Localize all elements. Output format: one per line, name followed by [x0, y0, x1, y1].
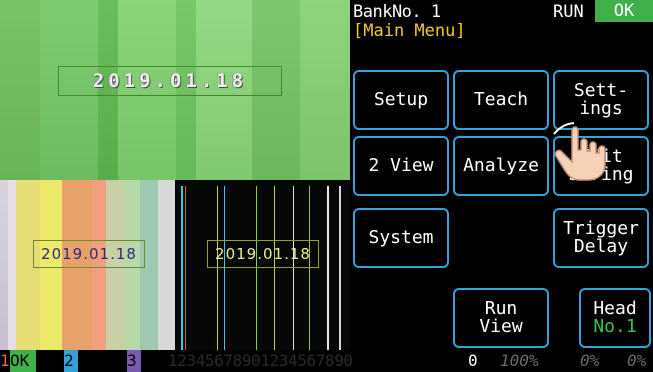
- head-number: No.1: [593, 316, 637, 337]
- system-button[interactable]: System: [353, 208, 449, 268]
- scan-line: [293, 186, 294, 350]
- camera-3-index: 3: [127, 350, 141, 372]
- camera-1-index: 1: [0, 351, 10, 370]
- camera-view-main: 2019.01.18: [0, 0, 350, 180]
- rate-value-3: 0%: [627, 351, 647, 370]
- rate-value-2: 0%: [580, 351, 600, 370]
- menu-title: [Main Menu]: [353, 21, 466, 41]
- teach-button[interactable]: Teach: [453, 70, 549, 130]
- timestamp-main: 2019.01.18: [58, 66, 282, 96]
- trigger-delay-button[interactable]: Trigger Delay: [553, 208, 649, 268]
- scan-line: [327, 186, 329, 350]
- rate-value-1: 100%: [500, 351, 539, 370]
- run-view-button[interactable]: Run View: [453, 288, 549, 348]
- run-status: RUN: [553, 2, 584, 22]
- scan-line: [185, 186, 186, 350]
- analyze-button[interactable]: Analyze: [453, 136, 549, 196]
- bank-number: BankNo. 1: [353, 2, 441, 22]
- camera-2-index: 2: [64, 350, 78, 372]
- settings-button[interactable]: Sett- ings: [553, 70, 649, 130]
- two-view-button[interactable]: 2 View: [353, 136, 449, 196]
- camera-view-mono: 2019.01.18: [175, 180, 350, 350]
- scan-line: [224, 186, 225, 350]
- result-badge: OK: [595, 0, 653, 22]
- timestamp-color: 2019.01.18: [33, 240, 145, 268]
- scan-line: [309, 186, 310, 350]
- touch-hand-icon: [553, 122, 606, 181]
- camera-1-result: OK: [10, 350, 36, 372]
- head-button[interactable]: Head No.1: [579, 288, 651, 348]
- count-value: 0: [468, 351, 478, 370]
- scan-line: [274, 186, 275, 350]
- scan-line: [256, 186, 257, 350]
- timestamp-mono: 2019.01.18: [207, 240, 319, 268]
- scan-line: [181, 186, 183, 350]
- digit-indicator: 12345678901234567890: [168, 351, 353, 370]
- setup-button[interactable]: Setup: [353, 70, 449, 130]
- scan-line: [217, 186, 218, 350]
- camera-view-color: 2019.01.18: [0, 180, 175, 350]
- status-bar: 1 OK 2 3 12345678901234567890 0 100% 0% …: [0, 350, 653, 372]
- scan-line: [339, 186, 341, 350]
